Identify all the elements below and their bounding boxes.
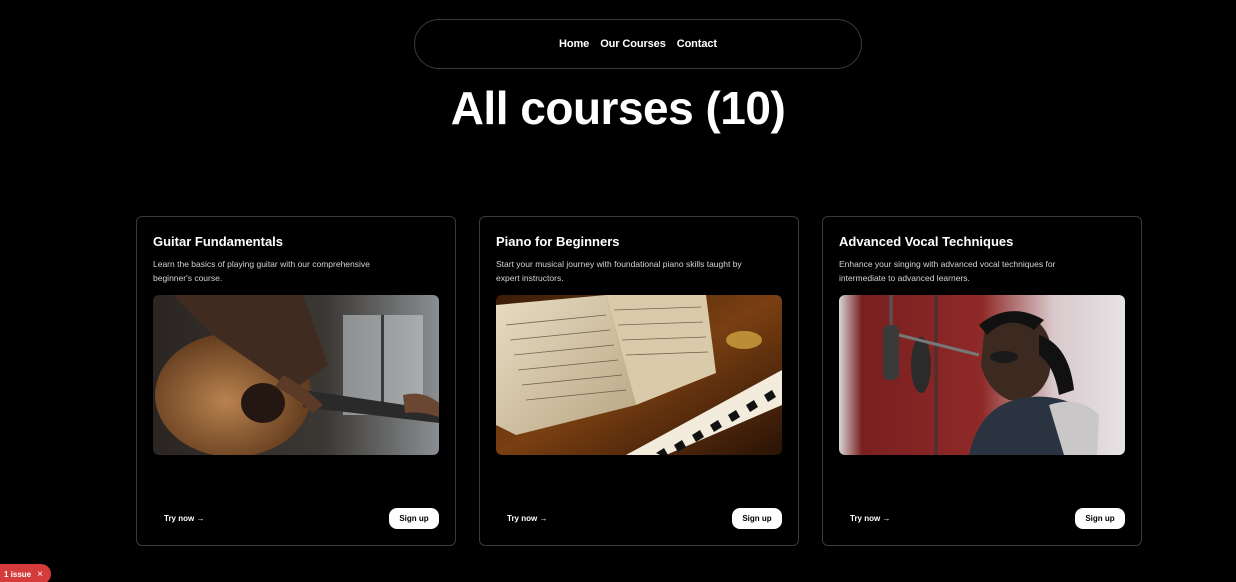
card-description: Start your musical journey with foundati…	[496, 259, 742, 283]
card-title: Piano for Beginners	[496, 234, 620, 249]
try-now-link[interactable]: Try now →	[153, 514, 204, 523]
nav-link-our-courses[interactable]: Our Courses	[600, 38, 666, 50]
course-card-piano: Piano for Beginners Start your musical j…	[479, 216, 799, 546]
sign-up-button[interactable]: Sign up	[732, 507, 782, 529]
course-grid: Guitar Fundamentals Learn the basics of …	[136, 216, 1142, 546]
page: Home Our Courses Contact All courses (10…	[0, 0, 1236, 582]
course-card-vocal: Advanced Vocal Techniques Enhance your s…	[822, 216, 1142, 546]
page-title: All courses (10)	[450, 82, 786, 134]
card-footer: Try now → Sign up	[839, 507, 1125, 529]
card-description: Enhance your singing with advanced vocal…	[839, 259, 1056, 283]
vocal-studio-image	[839, 295, 1125, 455]
piano-image	[496, 295, 782, 455]
card-footer: Try now → Sign up	[153, 507, 439, 529]
try-now-link[interactable]: Try now →	[839, 514, 890, 523]
nav-link-home[interactable]: Home	[559, 38, 589, 50]
sign-up-button[interactable]: Sign up	[1075, 507, 1125, 529]
card-title: Guitar Fundamentals	[153, 234, 284, 249]
card-title: Advanced Vocal Techniques	[839, 234, 1014, 249]
sign-up-button[interactable]: Sign up	[389, 507, 439, 529]
top-navbar: Home Our Courses Contact	[414, 19, 862, 69]
issue-count-label: 1 issue	[4, 569, 32, 579]
card-footer: Try now → Sign up	[496, 507, 782, 529]
dev-issues-badge[interactable]: 1 issue ×	[0, 564, 51, 582]
guitar-image	[153, 295, 439, 455]
close-icon[interactable]: ×	[37, 569, 43, 580]
course-card-guitar: Guitar Fundamentals Learn the basics of …	[136, 216, 456, 546]
card-description: Learn the basics of playing guitar with …	[153, 259, 370, 283]
try-now-link[interactable]: Try now →	[496, 514, 547, 523]
nav-link-contact[interactable]: Contact	[677, 38, 717, 50]
